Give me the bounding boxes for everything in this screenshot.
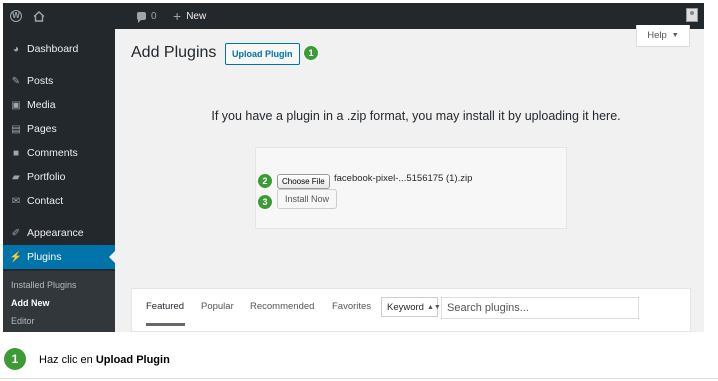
sidebar-item-media[interactable]: ▣ Media: [3, 93, 115, 117]
media-icon: ▣: [11, 99, 21, 111]
submenu-add-new[interactable]: Add New: [11, 298, 50, 308]
sidebar-item-dashboard[interactable]: ◕ Dashboard: [3, 37, 115, 61]
help-tab-button[interactable]: Help ▼: [636, 25, 690, 47]
sidebar-item-comments[interactable]: ■ Comments: [3, 141, 115, 165]
upload-instructions: If you have a plugin in a .zip format, y…: [211, 109, 621, 123]
sidebar-item-plugins[interactable]: ⚡ Plugins: [3, 245, 115, 269]
caption-step-marker: 1: [4, 348, 26, 370]
tab-featured[interactable]: Featured: [146, 301, 184, 312]
sidebar-item-appearance[interactable]: ✐ Appearance: [3, 221, 115, 245]
sidebar-item-pages[interactable]: ▤ Pages: [3, 117, 115, 141]
mail-icon: ✉: [11, 195, 21, 207]
tab-active-indicator: [146, 323, 185, 326]
comments-link[interactable]: 0: [137, 3, 157, 29]
folder-icon: ▰: [12, 171, 20, 183]
admin-bar: W 0 + New: [3, 3, 704, 29]
caption-divider: [0, 378, 718, 379]
caption-prefix: Haz clic en: [39, 354, 93, 366]
home-icon[interactable]: [33, 3, 45, 29]
selected-filename: facebook-pixel-...5156175 (1).zip: [334, 173, 473, 184]
dashboard-icon: ◕: [12, 43, 20, 55]
user-avatar-icon[interactable]: [686, 8, 698, 22]
pages-icon: ▤: [11, 123, 21, 135]
tab-recommended[interactable]: Recommended: [250, 301, 314, 312]
admin-sidebar: ◕ Dashboard ✎ Posts ▣ Media ▤ Pages ■ Comment…: [3, 29, 115, 332]
wordpress-logo-icon[interactable]: W: [8, 3, 24, 29]
caption-bold: Upload Plugin: [95, 354, 170, 366]
upload-plugin-button[interactable]: Upload Plugin: [225, 43, 300, 65]
tab-popular[interactable]: Popular: [201, 301, 234, 312]
tab-favorites[interactable]: Favorites: [332, 301, 371, 312]
step-marker-3: 3: [257, 194, 273, 210]
select-arrows-icon: ▲▼: [426, 303, 441, 311]
plugins-submenu: Installed Plugins Add New Editor: [3, 271, 115, 332]
sidebar-item-contact[interactable]: ✉ Contact: [3, 189, 115, 213]
search-type-value: Keyword: [387, 301, 424, 313]
pin-icon: ✎: [11, 75, 21, 87]
submenu-installed-plugins[interactable]: Installed Plugins: [11, 280, 77, 290]
new-label: New: [186, 10, 207, 22]
triangle-down-icon: ▼: [671, 32, 679, 39]
search-plugins-input[interactable]: [441, 297, 639, 319]
plus-icon: +: [173, 8, 182, 24]
caption-text: Haz clic en Upload Plugin: [39, 354, 170, 366]
search-type-select[interactable]: Keyword ▲▼: [381, 297, 441, 317]
brush-icon: ✐: [11, 227, 21, 239]
sidebar-item-posts[interactable]: ✎ Posts: [3, 69, 115, 93]
step-marker-2: 2: [257, 173, 273, 189]
plug-icon: ⚡: [9, 251, 23, 263]
install-now-button[interactable]: Install Now: [277, 189, 338, 209]
comment-icon: ■: [12, 147, 20, 159]
step-marker-1: 1: [303, 45, 319, 61]
comment-bubble-icon: [137, 12, 146, 23]
wordpress-admin-screen: W 0 + New ◕ Dashboard ✎ Posts ▣ Media ▤ Page…: [3, 3, 704, 332]
submenu-editor[interactable]: Editor: [11, 316, 35, 326]
new-content-link[interactable]: + New: [173, 3, 206, 29]
help-label: Help: [647, 30, 667, 41]
sidebar-item-portfolio[interactable]: ▰ Portfolio: [3, 165, 115, 189]
choose-file-button[interactable]: Choose File: [277, 174, 330, 189]
page-title: Add Plugins: [131, 44, 217, 61]
comments-count: 0: [151, 10, 157, 22]
